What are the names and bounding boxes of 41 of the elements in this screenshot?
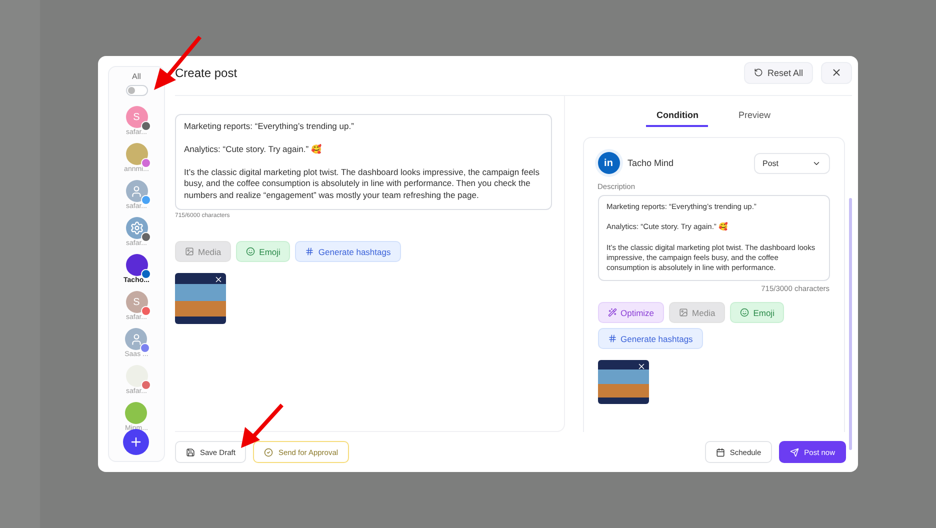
post-text-area[interactable]: Marketing reports: “Everything’s trending up.” Analytics: “Cute story. Try again.” 🥰 It’s the classic digital marketing plot twist. The dashboard looks impressive, the campaign feels busy, and the coffee consumption is absolutely in line with performance. Then you check the numbers and realize “engagement” was mostly your team refreshing the page. <box>175 114 552 210</box>
account-avatar[interactable] <box>126 365 148 387</box>
close-button[interactable] <box>821 62 852 84</box>
person-icon <box>130 184 143 198</box>
dialog-title: Create post <box>175 66 238 80</box>
network-logo: in <box>598 152 620 174</box>
account-name: Tacho Mind <box>628 158 674 168</box>
close-icon <box>831 67 842 78</box>
hashtags-button[interactable]: Generate hashtags <box>598 328 703 349</box>
hashtags-button[interactable]: Generate hashtags <box>295 241 401 262</box>
account-avatar[interactable] <box>126 254 148 276</box>
tab[interactable]: Condition <box>646 108 708 127</box>
button-icon <box>264 448 274 456</box>
button-icon <box>186 448 195 456</box>
emoji-button[interactable]: Emoji <box>236 241 290 262</box>
plus-icon <box>129 435 143 449</box>
annotation-arrow-icon <box>238 402 286 450</box>
reset-all-button[interactable]: Reset All <box>744 62 813 84</box>
tool-icon <box>608 334 616 343</box>
tool-icon <box>679 308 688 317</box>
remove-image-icon[interactable] <box>214 275 223 284</box>
select-all-toggle[interactable] <box>126 85 148 96</box>
reset-icon <box>754 68 764 77</box>
add-account-button[interactable] <box>123 429 149 455</box>
tool-icon <box>305 247 314 256</box>
tool-icon <box>246 247 256 256</box>
all-label: All <box>132 72 141 81</box>
account-avatar[interactable] <box>126 217 148 239</box>
account-avatar[interactable] <box>125 328 148 350</box>
gear-icon <box>130 221 144 235</box>
tool-icon <box>608 308 616 317</box>
tab[interactable]: Preview <box>728 108 780 127</box>
tool-icon <box>185 247 194 256</box>
person-icon <box>130 332 143 346</box>
post-type-select[interactable]: Post <box>754 152 830 174</box>
button-icon <box>716 448 725 456</box>
optimize-button[interactable]: Optimize <box>598 302 664 323</box>
tool-icon <box>740 308 750 317</box>
button-icon <box>790 448 800 456</box>
emoji-button[interactable]: Emoji <box>730 302 784 323</box>
remove-image-icon[interactable] <box>636 362 646 371</box>
